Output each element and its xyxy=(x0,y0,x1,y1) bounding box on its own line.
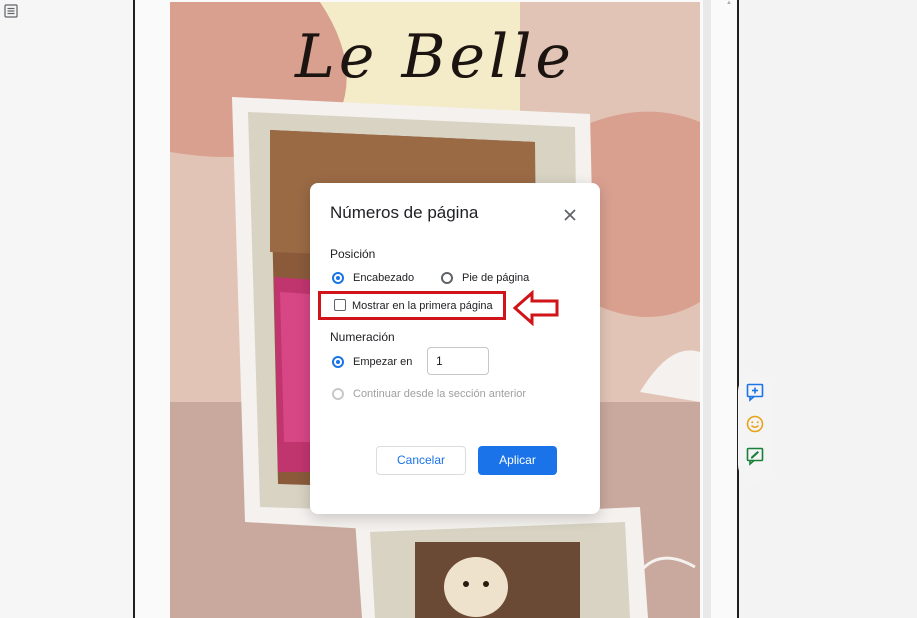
apply-button[interactable]: Aplicar xyxy=(478,446,557,475)
close-icon[interactable] xyxy=(560,205,580,225)
continue-label: Continuar desde la sección anterior xyxy=(353,388,527,400)
vertical-scrollbar[interactable] xyxy=(703,0,711,618)
header-option-label[interactable]: Encabezado xyxy=(353,272,414,284)
scroll-up-arrow-icon[interactable]: ▲ xyxy=(726,0,732,6)
header-radio[interactable] xyxy=(332,272,344,284)
emoji-icon[interactable] xyxy=(745,414,765,434)
suggest-edit-icon[interactable] xyxy=(745,446,765,466)
position-section-label: Posición xyxy=(330,247,376,261)
dialog-title: Números de página xyxy=(330,203,479,222)
start-at-radio[interactable] xyxy=(332,356,344,368)
footer-radio[interactable] xyxy=(441,272,453,284)
annotation-arrow-icon xyxy=(512,290,559,326)
page-numbers-dialog: Números de página Posición Encabezado Pi… xyxy=(310,183,600,514)
start-at-label[interactable]: Empezar en xyxy=(353,356,412,368)
start-at-input[interactable]: 1 xyxy=(427,347,489,375)
left-gutter xyxy=(0,0,134,618)
footer-option-label[interactable]: Pie de página xyxy=(462,272,529,284)
continue-radio xyxy=(332,388,344,400)
annotation-highlight-box xyxy=(318,291,506,320)
document-outline-icon[interactable] xyxy=(4,4,18,18)
cancel-button[interactable]: Cancelar xyxy=(376,446,466,475)
side-action-toolbar xyxy=(738,374,772,482)
add-comment-icon[interactable] xyxy=(745,382,765,402)
numbering-section-label: Numeración xyxy=(330,330,395,344)
page-border-right xyxy=(737,0,739,618)
